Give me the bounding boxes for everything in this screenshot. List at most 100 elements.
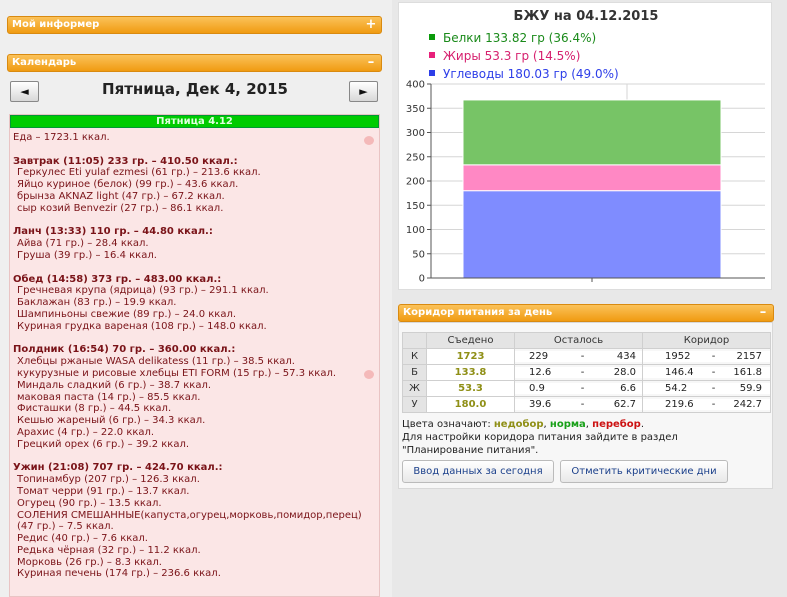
food-apple-icon[interactable] (364, 136, 374, 145)
corridor-max: 2157 (736, 351, 762, 362)
left-range: 39.6 - 62.7 (514, 396, 643, 413)
y-tick-label: 100 (406, 225, 425, 236)
left-min: 39.6 (529, 399, 552, 410)
bju-chart: БЖУ на 04.12.2015 Белки 133.82 гр (36.4%… (398, 2, 772, 290)
corridor-max: 161.8 (733, 367, 762, 378)
collapse-minus-icon[interactable]: – (365, 55, 377, 71)
dash: - (711, 399, 716, 410)
food-item: Хлебцы ржаные WASA delikatess (11 гр.) –… (17, 356, 295, 368)
nutrient-label: К (402, 348, 427, 365)
y-tick-label: 200 (406, 177, 425, 188)
y-tick-label: 300 (406, 128, 425, 139)
table-header-row: Съедено Осталось Коридор (402, 332, 771, 349)
food-item: Огурец (90 гр.) – 13.5 ккал. (17, 497, 162, 509)
food-apple-icon[interactable] (364, 370, 374, 379)
food-item: кукурузные и рисовые хлебцы ETI FORM (15… (17, 367, 337, 379)
y-tick-label: 50 (412, 249, 425, 260)
food-item: Редька чёрная (32 гр.) – 11.2 ккал. (17, 544, 201, 556)
bar-segment (462, 99, 722, 166)
corridor-min: 219.6 (665, 399, 694, 410)
colors-legend: Цвета означают: недобор, норма, перебор. (402, 418, 678, 431)
y-tick-label: 150 (406, 201, 425, 212)
mark-critical-days-button[interactable]: Отметить критические дни (560, 460, 728, 483)
left-min: 12.6 (529, 367, 552, 378)
food-item: Редис (40 гр.) – 7.6 ккал. (17, 533, 148, 545)
bar-segment (462, 190, 722, 279)
day-summary-box: Пятница 4.12 Еда – 1723.1 ккал. Завтрак (… (9, 114, 380, 597)
prev-day-button[interactable]: ◄ (10, 81, 39, 102)
chart-plot: 0 50 100 150 200 250 300 350 400 (406, 80, 765, 285)
left-min: 0.9 (529, 383, 545, 394)
eaten-value: 180.0 (426, 396, 515, 413)
food-item: Куриная грудка вареная (108 гр.) – 148.0… (17, 320, 267, 332)
color-under-label: недобор (493, 419, 544, 430)
separator-text: , (585, 419, 589, 430)
left-max: 28.0 (613, 367, 636, 378)
dash: - (580, 367, 585, 378)
eaten-value: 1723 (426, 348, 515, 365)
separator-text: , (543, 419, 547, 430)
day-header[interactable]: Пятница 4.12 (10, 115, 379, 128)
nutrient-label: Ж (402, 380, 427, 397)
left-range: 12.6 - 28.0 (514, 364, 643, 381)
corridor-range: 54.2 - 59.9 (642, 380, 771, 397)
enter-today-data-button[interactable]: Ввод данных за сегодня (402, 460, 554, 483)
corridor-max: 242.7 (733, 399, 762, 410)
expand-plus-icon[interactable]: + (365, 17, 377, 33)
food-item: Миндаль сладкий (6 гр.) – 38.7 ккал. (17, 379, 212, 391)
food-item: Кешью жареный (6 гр.) – 34.3 ккал. (17, 415, 206, 427)
corridor-min: 54.2 (665, 383, 688, 394)
y-tick-label: 350 (406, 104, 425, 115)
table-row: Б 133.8 12.6 - 28.0 146.4 - 161.8 (402, 364, 771, 381)
food-item: Фисташки (8 гр.) – 44.5 ккал. (17, 403, 172, 415)
food-item: Геркулес Eti yulaf ezmesi (61 гр.) – 213… (17, 167, 261, 179)
food-item: Морковь (26 гр.) – 8.3 ккал. (17, 556, 162, 568)
nutrient-label: Б (402, 364, 427, 381)
meal-heading: Ужин (21:08) 707 гр. – 424.70 ккал.: (13, 462, 223, 474)
y-tick-label: 0 (419, 274, 425, 285)
y-tick-label: 400 (406, 80, 425, 91)
food-item: СОЛЕНИЯ СМЕШАННЫЕ(капуста,огурец,морковь… (17, 509, 362, 533)
next-day-button[interactable]: ► (349, 81, 378, 102)
corridor-note-line: Для настройки коридора питания зайдите в… (402, 432, 678, 443)
header-empty (402, 332, 427, 349)
calendar-panel-header[interactable]: Календарь – (7, 54, 382, 72)
dash: - (711, 351, 716, 362)
dash: - (711, 383, 716, 394)
corridor-title: Коридор питания за день (403, 307, 553, 318)
food-item: Арахис (4 гр.) – 22.0 ккал. (17, 426, 155, 438)
corridor-panel-header[interactable]: Коридор питания за день – (398, 304, 774, 322)
header-left: Осталось (514, 332, 643, 349)
y-tick-label: 250 (406, 152, 425, 163)
left-max: 62.7 (613, 399, 636, 410)
eaten-value: 53.3 (426, 380, 515, 397)
eaten-value: 133.8 (426, 364, 515, 381)
collapse-minus-icon[interactable]: – (757, 305, 769, 321)
dash: - (580, 399, 585, 410)
food-item: Томат черри (91 гр.) – 13.7 ккал. (17, 485, 190, 497)
corridor-notes: Цвета означают: недобор, норма, перебор.… (402, 418, 678, 457)
my-informer-title: Мой информер (12, 19, 100, 30)
left-max: 434 (616, 351, 636, 362)
dash: - (711, 367, 716, 378)
food-item: брынза AKNAZ light (47 гр.) – 67.2 ккал. (17, 190, 225, 202)
my-informer-panel-header[interactable]: Мой информер + (7, 16, 382, 34)
bar-segment (462, 164, 722, 192)
food-item: Яйцо куриное (белок) (99 гр.) – 43.6 кка… (17, 179, 239, 191)
dash: - (580, 351, 585, 362)
header-corridor: Коридор (642, 332, 771, 349)
calendar-date-title: Пятница, Дек 4, 2015 (102, 80, 288, 98)
corridor-range: 1952 - 2157 (642, 348, 771, 365)
meal-heading: Обед (14:58) 373 гр. – 483.00 ккал.: (13, 273, 222, 285)
left-range: 0.9 - 6.6 (514, 380, 643, 397)
food-item: Еда – 1723.1 ккал. (13, 132, 110, 143)
corridor-table: Съедено Осталось Коридор К 1723 229 - 434 195… (402, 332, 771, 413)
table-row: К 1723 229 - 434 1952 - 2157 (402, 348, 771, 365)
separator-text: . (640, 419, 644, 430)
food-item: Куриная печень (174 гр.) – 236.6 ккал. (17, 568, 221, 580)
food-item: Айва (71 гр.) – 28.4 ккал. (17, 238, 149, 250)
